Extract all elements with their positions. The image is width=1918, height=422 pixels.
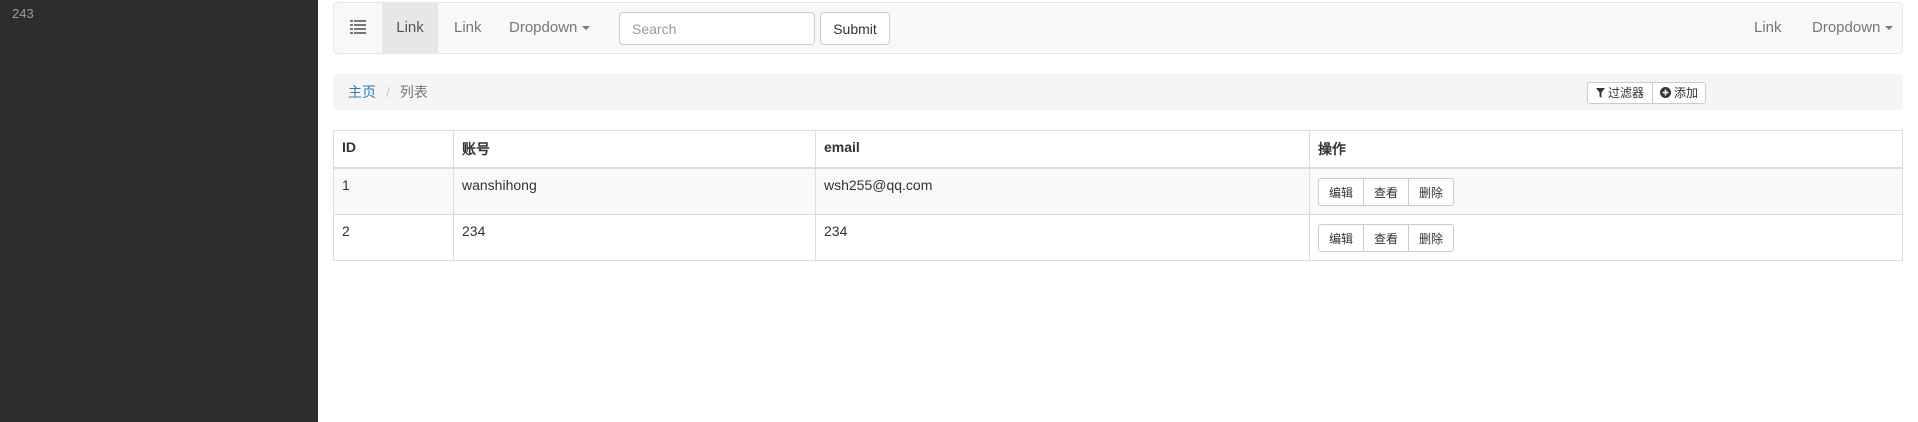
table-row: 1 wanshihong wsh255@qq.com 编辑 查看 删除: [333, 167, 1903, 215]
nav-dropdown-label: Dropdown: [509, 19, 578, 36]
table-row: 2 234 234 编辑 查看 删除: [333, 214, 1903, 261]
plus-circle-icon: [1659, 87, 1671, 98]
row-action-group: 编辑 查看 删除: [1318, 178, 1455, 206]
delete-button[interactable]: 删除: [1408, 178, 1455, 206]
cell-email: 234: [815, 214, 1310, 261]
nav-link[interactable]: Link: [454, 3, 482, 53]
view-button[interactable]: 查看: [1363, 224, 1410, 252]
view-button[interactable]: 查看: [1363, 178, 1410, 206]
filter-button-label: 过滤器: [1607, 86, 1644, 100]
breadcrumb-bar: 主页 / 列表 过滤器 添加: [333, 74, 1903, 110]
column-header-account: 账号: [453, 130, 816, 169]
column-header-email: email: [815, 130, 1310, 169]
sidebar-text: 243: [12, 6, 34, 21]
edit-button[interactable]: 编辑: [1318, 224, 1365, 252]
list-icon: [350, 20, 366, 34]
breadcrumb-separator: /: [386, 84, 390, 100]
breadcrumb-home-link[interactable]: 主页: [348, 84, 376, 100]
row-action-group: 编辑 查看 删除: [1318, 224, 1455, 252]
column-header-actions: 操作: [1309, 130, 1903, 169]
search-input[interactable]: [619, 12, 815, 45]
sidebar: 243: [0, 0, 318, 422]
table-header-row: ID 账号 email 操作: [333, 130, 1903, 169]
data-table: ID 账号 email 操作 1 wanshihong wsh255@qq.co…: [333, 130, 1903, 261]
cell-actions: 编辑 查看 删除: [1309, 214, 1903, 261]
menu-toggle-button[interactable]: [334, 3, 382, 53]
delete-button[interactable]: 删除: [1408, 224, 1455, 252]
add-button-label: 添加: [1673, 86, 1698, 100]
cell-account: wanshihong: [453, 167, 816, 215]
cell-email: wsh255@qq.com: [815, 167, 1310, 215]
column-header-id: ID: [333, 130, 454, 169]
filter-icon: [1595, 88, 1605, 98]
nav-dropdown[interactable]: Dropdown: [509, 3, 591, 53]
cell-account: 234: [453, 214, 816, 261]
caret-down-icon: [582, 26, 591, 31]
edit-button[interactable]: 编辑: [1318, 178, 1365, 206]
cell-id: 1: [333, 167, 454, 215]
breadcrumb: 主页 / 列表: [348, 74, 428, 110]
nav-link-right[interactable]: Link: [1754, 3, 1782, 53]
nav-dropdown-right-label: Dropdown: [1812, 19, 1881, 36]
main-content: Link Link Dropdown Submit Link Dropdown …: [318, 0, 1918, 422]
cell-actions: 编辑 查看 删除: [1309, 167, 1903, 215]
add-button[interactable]: 添加: [1652, 82, 1706, 104]
nav-link-active[interactable]: Link: [382, 3, 438, 53]
navbar: Link Link Dropdown Submit Link Dropdown: [333, 2, 1903, 54]
submit-button[interactable]: Submit: [820, 12, 890, 45]
cell-id: 2: [333, 214, 454, 261]
nav-dropdown-right[interactable]: Dropdown: [1812, 3, 1894, 53]
caret-down-icon: [1885, 26, 1894, 31]
breadcrumb-current: 列表: [399, 84, 428, 100]
filter-button[interactable]: 过滤器: [1587, 82, 1653, 104]
